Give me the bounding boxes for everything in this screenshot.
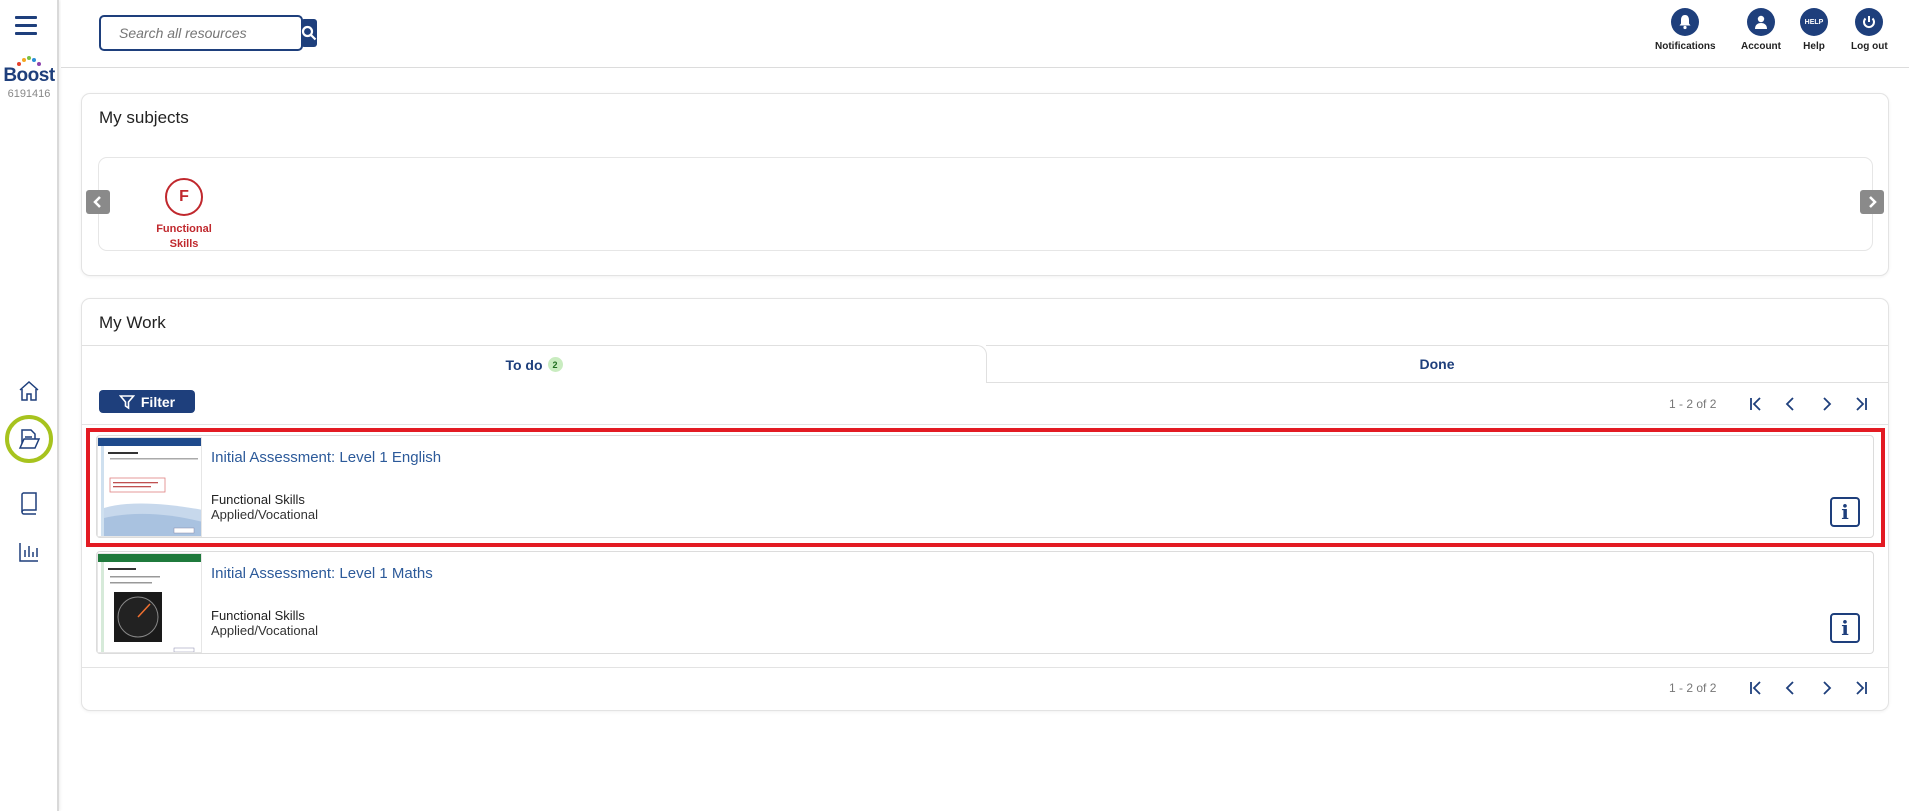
info-button[interactable]: i (1830, 497, 1860, 527)
help-icon-text: HELP (1804, 18, 1824, 26)
logo-text: Boost (3, 65, 55, 86)
pager-bottom: 1 - 2 of 2 (1669, 676, 1878, 700)
tab-done-label: Done (1419, 356, 1455, 372)
top-header: Notifications Account HELP Help Log out (61, 0, 1909, 68)
maths-thumbnail (97, 553, 202, 653)
english-thumbnail (97, 437, 202, 537)
last-page-button[interactable] (1843, 676, 1878, 700)
power-icon (1863, 16, 1876, 28)
prev-page-button[interactable] (1773, 676, 1808, 700)
help-button[interactable]: HELP Help (1800, 8, 1828, 52)
list-divider-top (82, 424, 1888, 425)
filter-icon (118, 394, 135, 409)
logout-label: Log out (1851, 41, 1888, 52)
chevron-right-icon (1823, 397, 1832, 411)
search-box (99, 15, 317, 51)
info-icon: i (1841, 500, 1849, 524)
hamburger-menu-icon[interactable] (15, 16, 37, 36)
first-page-icon (1749, 681, 1761, 695)
tab-todo-label: To do (505, 356, 543, 373)
book-icon[interactable] (14, 488, 44, 518)
my-work-panel: My Work Done To do 2 Filter 1 - 2 of 2 I… (81, 298, 1889, 711)
tab-done[interactable]: Done (986, 345, 1888, 383)
last-page-button[interactable] (1843, 392, 1878, 416)
assessment-category: Applied/Vocational (211, 507, 318, 522)
my-subjects-title: My subjects (99, 108, 189, 127)
next-page-button[interactable] (1808, 392, 1843, 416)
filter-button[interactable]: Filter (99, 390, 195, 413)
carousel-next-button[interactable] (1860, 190, 1884, 214)
assessment-subject: Functional Skills (211, 608, 305, 623)
user-id: 6191416 (7, 88, 51, 100)
assessment-card-english[interactable]: Initial Assessment: Level 1 English Func… (96, 435, 1874, 538)
my-work-title: My Work (99, 313, 166, 332)
boost-logo: Boost 6191416 (3, 56, 55, 100)
chevron-left-icon (1785, 397, 1794, 411)
tab-todo[interactable]: To do 2 (82, 345, 987, 383)
sidebar: Boost 6191416 (0, 0, 59, 811)
info-icon: i (1841, 616, 1849, 640)
user-icon (1755, 15, 1767, 29)
help-label: Help (1803, 41, 1825, 52)
chevron-right-icon (1869, 196, 1877, 208)
help-icon: HELP (1800, 8, 1828, 36)
subject-functional-skills[interactable]: F Functional Skills (149, 178, 219, 252)
search-input[interactable] (103, 25, 301, 41)
notifications-button[interactable]: Notifications (1655, 8, 1716, 52)
notifications-label: Notifications (1655, 41, 1716, 52)
assessment-subject: Functional Skills (211, 492, 305, 507)
pager-count: 1 - 2 of 2 (1669, 681, 1717, 695)
carousel-prev-button[interactable] (86, 190, 110, 214)
account-button[interactable]: Account (1741, 8, 1781, 52)
subjects-carousel: F Functional Skills (98, 157, 1873, 251)
todo-count-badge: 2 (547, 357, 563, 372)
first-page-icon (1749, 397, 1761, 411)
chevron-left-icon (93, 196, 101, 208)
last-page-icon (1856, 397, 1867, 411)
logout-button[interactable]: Log out (1851, 8, 1888, 52)
bar-chart-icon[interactable] (14, 537, 44, 567)
search-icon (301, 25, 317, 41)
document-folder-icon[interactable] (5, 415, 53, 463)
info-button[interactable]: i (1830, 613, 1860, 643)
search-button[interactable] (301, 19, 317, 47)
next-page-button[interactable] (1808, 676, 1843, 700)
assessment-card-maths[interactable]: Initial Assessment: Level 1 Maths Functi… (96, 551, 1874, 654)
assessment-category: Applied/Vocational (211, 623, 318, 638)
home-icon[interactable] (14, 376, 44, 406)
assessment-title[interactable]: Initial Assessment: Level 1 Maths (211, 565, 433, 582)
first-page-button[interactable] (1738, 392, 1773, 416)
chevron-left-icon (1785, 681, 1794, 695)
account-label: Account (1741, 41, 1781, 52)
pager-count: 1 - 2 of 2 (1669, 397, 1717, 411)
list-divider-bottom (82, 667, 1888, 668)
assessment-title[interactable]: Initial Assessment: Level 1 English (211, 449, 441, 466)
filter-label: Filter (140, 393, 176, 410)
last-page-icon (1856, 681, 1867, 695)
bell-icon (1679, 15, 1691, 30)
prev-page-button[interactable] (1773, 392, 1808, 416)
work-tabs: Done To do 2 (82, 345, 1888, 383)
chevron-right-icon (1823, 681, 1832, 695)
pager-top: 1 - 2 of 2 (1669, 392, 1878, 416)
my-subjects-panel: My subjects F Functional Skills (81, 93, 1889, 276)
subject-letter: F (165, 178, 203, 216)
first-page-button[interactable] (1738, 676, 1773, 700)
subject-label: Functional Skills (156, 223, 212, 250)
